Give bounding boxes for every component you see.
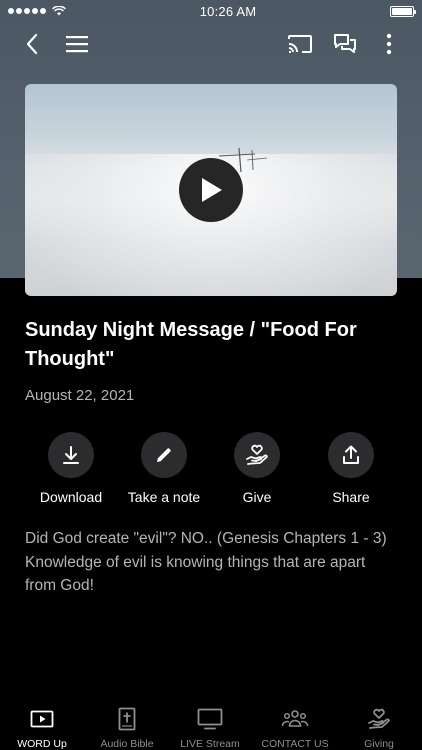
share-icon — [343, 445, 359, 464]
tab-giving[interactable]: Giving — [337, 706, 421, 750]
video-icon — [30, 710, 54, 728]
more-options-button[interactable] — [375, 30, 403, 58]
tab-label: CONTACT US — [261, 738, 329, 750]
tab-audio-bible[interactable]: Audio Bible — [85, 706, 169, 750]
status-bar: 10:26 AM — [0, 0, 422, 22]
hamburger-menu-icon — [66, 36, 88, 53]
share-button[interactable]: Share — [296, 432, 406, 505]
cast-button[interactable] — [286, 30, 314, 58]
tab-label: Audio Bible — [100, 738, 154, 750]
tab-label: WORD Up — [17, 738, 67, 750]
tab-word-up[interactable]: WORD Up — [0, 706, 84, 750]
back-button[interactable] — [18, 30, 46, 58]
action-row: Download Take a note Give Share — [0, 432, 422, 512]
chat-button[interactable] — [331, 30, 359, 58]
menu-button[interactable] — [63, 30, 91, 58]
tab-label: Giving — [364, 738, 394, 750]
chat-bubbles-icon — [334, 34, 356, 53]
description-line: Did God create "evil"? NO.. (Genesis Cha… — [25, 530, 387, 547]
more-vertical-icon — [386, 33, 392, 55]
heart-hand-icon — [368, 708, 390, 729]
video-thumbnail[interactable] — [25, 84, 397, 296]
tab-label: LIVE Stream — [180, 738, 240, 750]
tv-icon — [197, 708, 223, 730]
message-title: Sunday Night Message / "Food For Thought… — [25, 319, 357, 370]
status-time: 10:26 AM — [199, 3, 257, 19]
people-icon — [281, 710, 309, 727]
battery-icon — [390, 5, 416, 17]
heart-hand-icon — [246, 444, 268, 465]
download-icon — [63, 446, 79, 464]
signal-strength-icon — [8, 6, 66, 16]
description-line: Knowledge of evil is knowing things that… — [25, 553, 366, 595]
pencil-icon — [157, 448, 171, 462]
tab-live-stream[interactable]: LIVE Stream — [168, 706, 252, 750]
share-label: Share — [332, 489, 370, 505]
chevron-left-icon — [26, 33, 38, 55]
bible-icon — [118, 707, 136, 731]
tab-contact-us[interactable]: CONTACT US — [253, 706, 337, 750]
cast-icon — [288, 35, 312, 53]
message-description: Did God create "evil"? NO.. (Genesis Cha… — [25, 527, 397, 598]
navigation-bar — [0, 26, 422, 62]
tab-bar: WORD Up Audio Bible LIVE Stream CONTACT … — [0, 700, 422, 750]
message-date: August 22, 2021 — [25, 387, 135, 404]
wifi-icon — [52, 6, 66, 16]
play-icon — [202, 178, 222, 202]
play-button[interactable] — [179, 158, 243, 222]
